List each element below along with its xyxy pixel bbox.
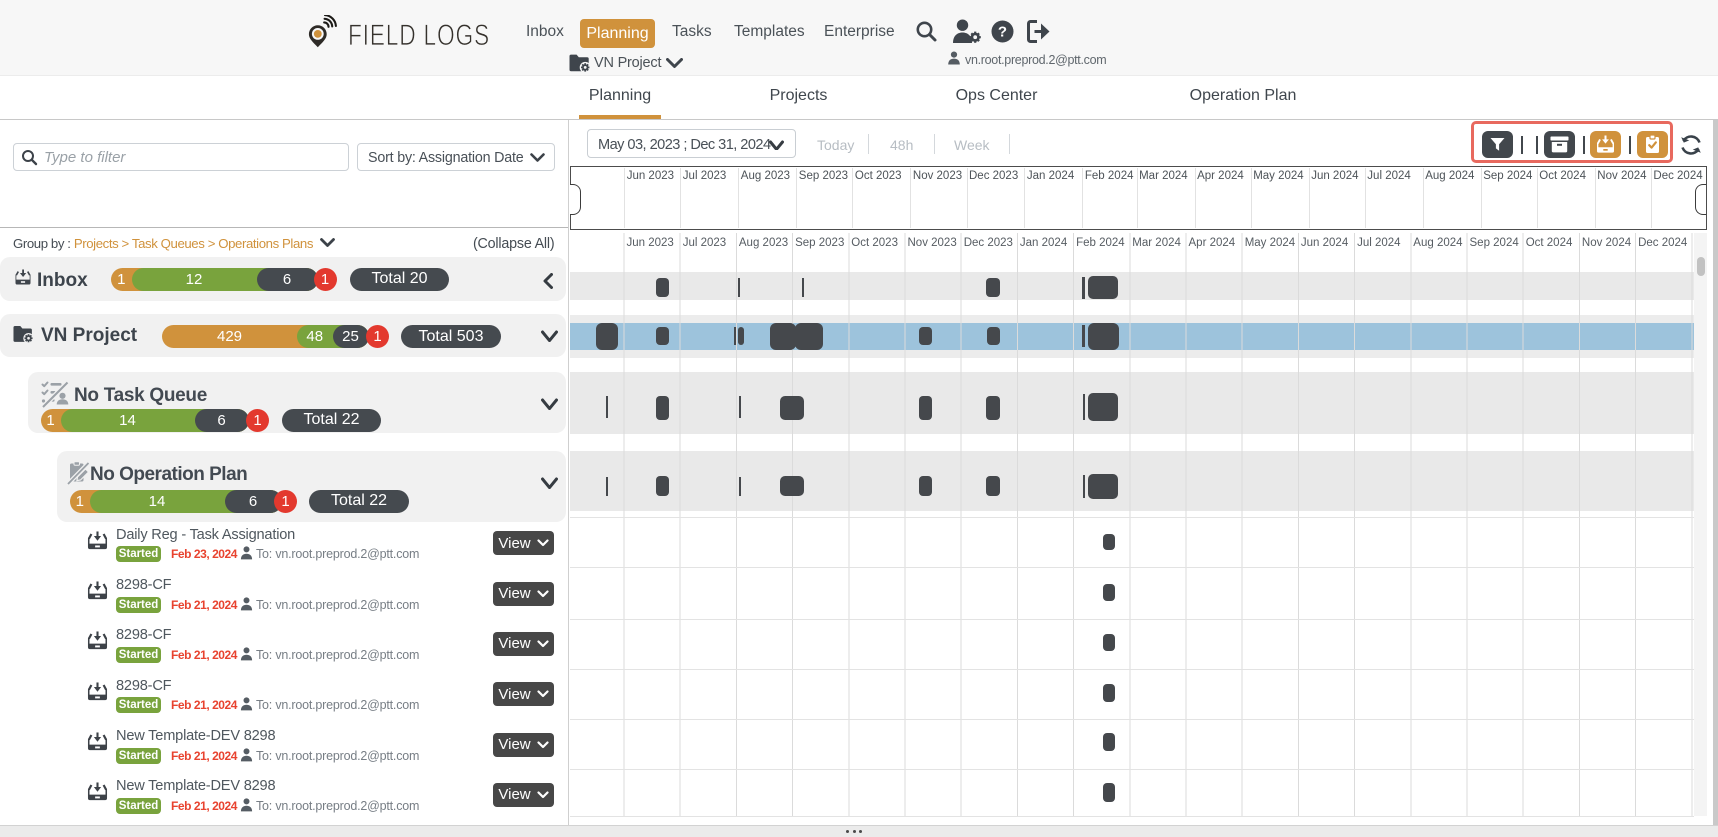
- svg-text:?: ?: [998, 24, 1007, 41]
